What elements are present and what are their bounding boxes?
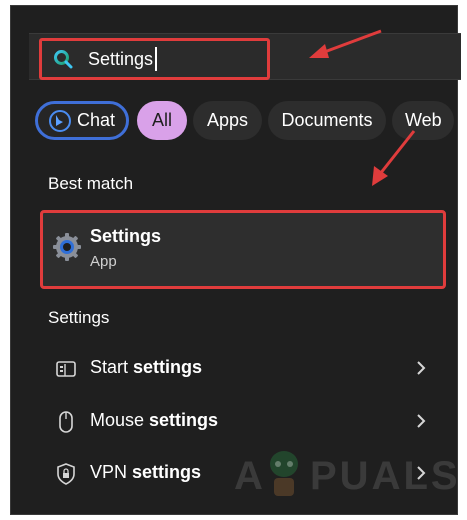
bing-chat-icon — [48, 109, 71, 132]
chevron-right-icon — [417, 361, 426, 375]
list-item-mouse-settings[interactable]: Mouse settings — [40, 399, 440, 443]
appuals-watermark: A PUALS — [234, 446, 458, 502]
mouse-settings-bold: settings — [149, 410, 219, 430]
vpn-settings-bold: settings — [132, 462, 202, 482]
mouse-icon — [59, 411, 73, 433]
filter-apps-label: Apps — [206, 110, 249, 130]
filter-chat-button[interactable]: Chat — [35, 101, 129, 140]
vpn-settings-prefix: VPN — [90, 462, 133, 482]
filter-chat-label: Chat — [76, 110, 116, 130]
filter-apps-button[interactable]: Apps — [193, 101, 262, 140]
gear-icon — [53, 233, 81, 261]
mascot-icon — [270, 451, 298, 496]
annotation-arrow-search — [309, 29, 382, 58]
start-menu-icon — [56, 361, 76, 377]
search-highlight-box — [39, 38, 270, 80]
best-match-title: Settings — [90, 226, 162, 246]
start-settings-prefix: Start — [90, 357, 134, 377]
start-settings-bold: settings — [133, 357, 203, 377]
best-match-settings-app[interactable] — [40, 210, 446, 289]
best-match-subtitle: App — [90, 253, 117, 270]
watermark-text: PUALS — [310, 454, 461, 498]
annotation-arrow-best-match — [372, 130, 416, 186]
filter-all-label: All — [151, 110, 172, 130]
best-match-heading: Best match — [48, 174, 134, 193]
filter-all-button[interactable]: All — [137, 101, 187, 140]
list-item-start-settings[interactable]: Start settings — [40, 346, 440, 390]
shield-icon — [57, 463, 75, 485]
mouse-settings-prefix: Mouse — [90, 410, 150, 430]
chevron-right-icon — [417, 414, 426, 428]
settings-section-heading: Settings — [48, 308, 110, 327]
filter-documents-label: Documents — [281, 110, 373, 130]
